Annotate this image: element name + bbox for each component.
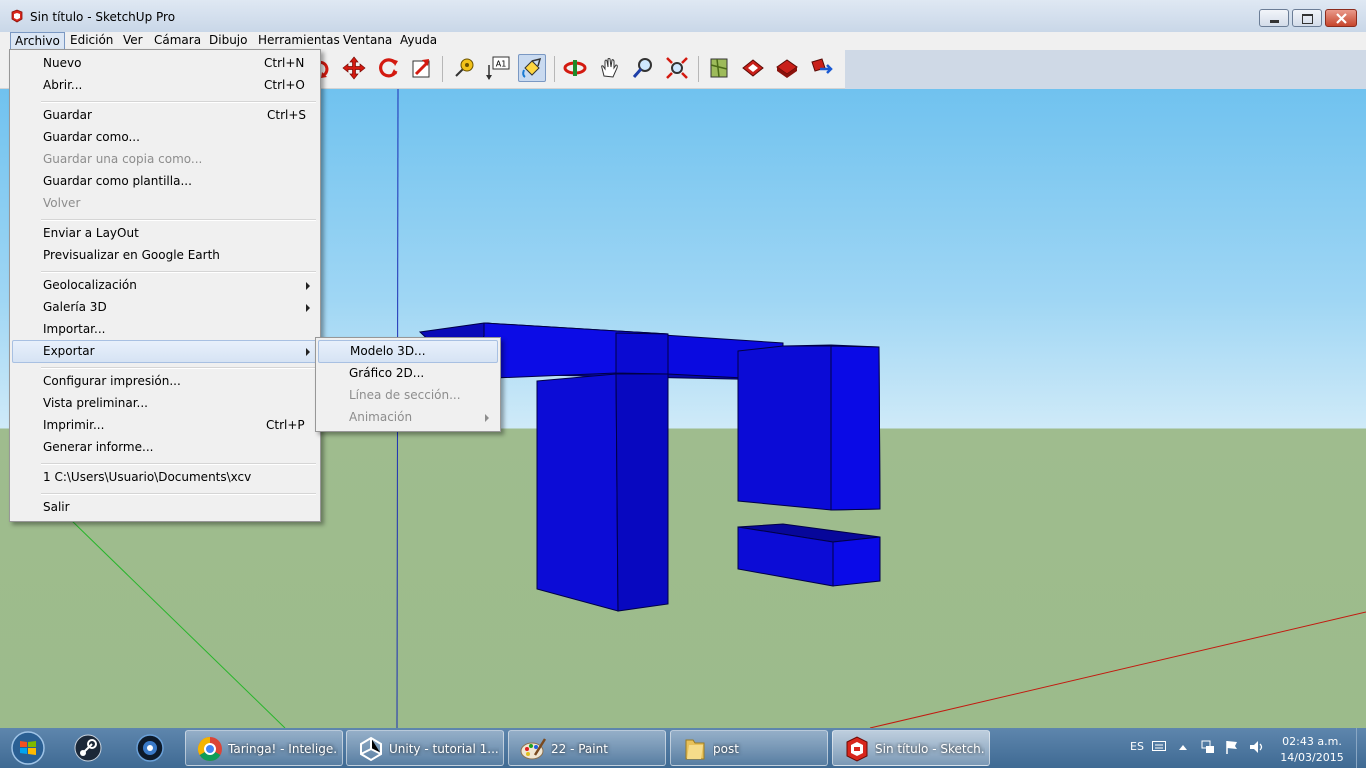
window-title: Sin título - SketchUp Pro bbox=[30, 10, 176, 24]
close-icon bbox=[1336, 13, 1347, 24]
follow-me-tool-button[interactable] bbox=[374, 54, 402, 82]
menu-item-galeria-3d[interactable]: Galería 3D bbox=[12, 297, 318, 318]
start-button[interactable] bbox=[6, 730, 50, 766]
menu-item-configurar-impresion[interactable]: Configurar impresión... bbox=[12, 371, 318, 392]
action-center-flag-icon[interactable] bbox=[1224, 739, 1240, 755]
close-button[interactable] bbox=[1325, 9, 1357, 27]
submenu-arrow-icon bbox=[306, 282, 310, 290]
menu-item-imprimir[interactable]: Imprimir... Ctrl+P bbox=[12, 415, 318, 436]
menu-item-guardar-como[interactable]: Guardar como... bbox=[12, 127, 318, 148]
text-tool-label: A1 bbox=[496, 60, 507, 69]
folder-icon bbox=[685, 739, 705, 760]
task-post-folder[interactable]: post bbox=[670, 730, 828, 766]
offset-tool-button[interactable] bbox=[408, 54, 436, 82]
zoom-extents-tool-button[interactable] bbox=[663, 54, 691, 82]
menu-ventana[interactable]: Ventana bbox=[339, 32, 396, 50]
red-axis bbox=[869, 611, 1366, 728]
tape-measure-icon bbox=[455, 58, 474, 77]
paint-icon bbox=[520, 738, 547, 760]
menu-archivo[interactable]: Archivo bbox=[10, 32, 65, 50]
menu-camara[interactable]: Cámara bbox=[150, 32, 205, 50]
menu-item-generar-informe[interactable]: Generar informe... bbox=[12, 437, 318, 458]
warehouse-button[interactable] bbox=[739, 54, 767, 82]
zoom-extents-icon bbox=[666, 57, 688, 79]
media-player-icon[interactable] bbox=[125, 731, 175, 765]
menu-ver[interactable]: Ver bbox=[119, 32, 147, 50]
unity-icon bbox=[360, 736, 382, 762]
pan-tool-button[interactable] bbox=[595, 54, 623, 82]
extension-icon bbox=[811, 58, 833, 74]
menu-item-vista-preliminar[interactable]: Vista preliminar... bbox=[12, 393, 318, 414]
extension-button[interactable] bbox=[807, 54, 835, 82]
green-axis bbox=[69, 518, 286, 728]
menu-item-guardar-copia: Guardar una copia como... bbox=[43, 152, 203, 166]
sketchup-icon bbox=[846, 736, 868, 762]
move-icon bbox=[342, 56, 366, 80]
language-indicator[interactable]: ES bbox=[1130, 740, 1144, 753]
menu-ayuda[interactable]: Ayuda bbox=[396, 32, 441, 50]
steam-icon[interactable] bbox=[63, 731, 113, 765]
paint-bucket-icon bbox=[522, 57, 542, 78]
menu-bar: Archivo Edición Ver Cámara Dibujo Herram… bbox=[0, 32, 1366, 50]
tape-measure-tool-button[interactable] bbox=[450, 54, 478, 82]
text-tool-button[interactable]: A1 bbox=[484, 54, 512, 82]
menu-item-modelo-3d[interactable]: Modelo 3D... bbox=[318, 340, 498, 363]
menu-item-recent-file[interactable]: 1 C:\Users\Usuario\Documents\xcv bbox=[12, 467, 318, 488]
show-desktop-button[interactable] bbox=[1356, 728, 1366, 768]
menu-item-enviar-layout[interactable]: Enviar a LayOut bbox=[12, 223, 318, 244]
pan-icon bbox=[601, 58, 618, 78]
menu-edicion[interactable]: Edición bbox=[66, 32, 117, 50]
text-icon: A1 bbox=[486, 56, 510, 80]
task-taringa[interactable]: Taringa! - Intelige... bbox=[185, 730, 343, 766]
menu-item-importar[interactable]: Importar... bbox=[12, 319, 318, 340]
submenu-arrow-icon bbox=[306, 304, 310, 312]
move-tool-button[interactable] bbox=[340, 54, 368, 82]
volume-icon[interactable] bbox=[1248, 739, 1266, 755]
share-model-icon bbox=[776, 59, 798, 78]
paint-bucket-tool-button[interactable] bbox=[518, 54, 546, 82]
share-model-button[interactable] bbox=[773, 54, 801, 82]
menu-item-geolocalizacion[interactable]: Geolocalización bbox=[12, 275, 318, 296]
menu-item-nuevo[interactable]: Nuevo Ctrl+N bbox=[12, 53, 318, 74]
sketchup-icon bbox=[11, 9, 23, 23]
task-sketchup[interactable]: Sin título - Sketch... bbox=[832, 730, 990, 766]
menu-item-salir[interactable]: Salir bbox=[12, 497, 318, 518]
clock-date[interactable]: 14/03/2015 bbox=[1278, 751, 1346, 764]
menu-item-linea-seccion: Línea de sección... bbox=[349, 388, 461, 402]
warehouse-icon bbox=[742, 59, 764, 77]
menu-item-guardar-plantilla[interactable]: Guardar como plantilla... bbox=[12, 171, 318, 192]
menu-item-google-earth[interactable]: Previsualizar en Google Earth bbox=[12, 245, 318, 266]
follow-me-icon bbox=[379, 58, 398, 78]
offset-icon bbox=[412, 59, 430, 78]
file-menu: Nuevo Ctrl+N Abrir... Ctrl+O Guardar Ctrl+S… bbox=[9, 49, 321, 522]
previous-view-icon bbox=[710, 58, 728, 78]
menu-item-exportar[interactable]: Exportar bbox=[12, 340, 318, 363]
task-unity[interactable]: Unity - tutorial 1.... bbox=[346, 730, 504, 766]
orbit-icon bbox=[563, 60, 587, 76]
title-bar: Sin título - SketchUp Pro bbox=[0, 0, 1366, 33]
menu-herramientas[interactable]: Herramientas bbox=[254, 32, 344, 50]
minimize-button[interactable] bbox=[1259, 9, 1289, 27]
previous-view-button[interactable] bbox=[705, 54, 733, 82]
maximize-button[interactable] bbox=[1292, 9, 1322, 27]
menu-item-grafico-2d[interactable]: Gráfico 2D... bbox=[318, 363, 498, 384]
menu-item-animacion: Animación bbox=[318, 407, 498, 428]
network-icon[interactable] bbox=[1200, 739, 1216, 755]
zoom-tool-button[interactable] bbox=[629, 54, 657, 82]
submenu-arrow-icon bbox=[306, 348, 310, 356]
menu-item-volver: Volver bbox=[43, 196, 81, 210]
chrome-icon bbox=[197, 737, 222, 762]
zoom-icon bbox=[632, 58, 652, 78]
menu-dibujo[interactable]: Dibujo bbox=[205, 32, 251, 50]
clock-time[interactable]: 02:43 a.m. bbox=[1282, 735, 1342, 748]
menu-item-guardar[interactable]: Guardar Ctrl+S bbox=[12, 105, 318, 126]
submenu-arrow-icon bbox=[485, 414, 489, 422]
keyboard-icon[interactable] bbox=[1152, 741, 1166, 751]
show-hidden-icons-icon[interactable] bbox=[1178, 743, 1188, 751]
export-submenu: Modelo 3D... Gráfico 2D... Línea de secc… bbox=[315, 337, 501, 432]
orbit-tool-button[interactable] bbox=[561, 54, 589, 82]
task-paint[interactable]: 22 - Paint bbox=[508, 730, 666, 766]
menu-item-abrir[interactable]: Abrir... Ctrl+O bbox=[12, 75, 318, 96]
